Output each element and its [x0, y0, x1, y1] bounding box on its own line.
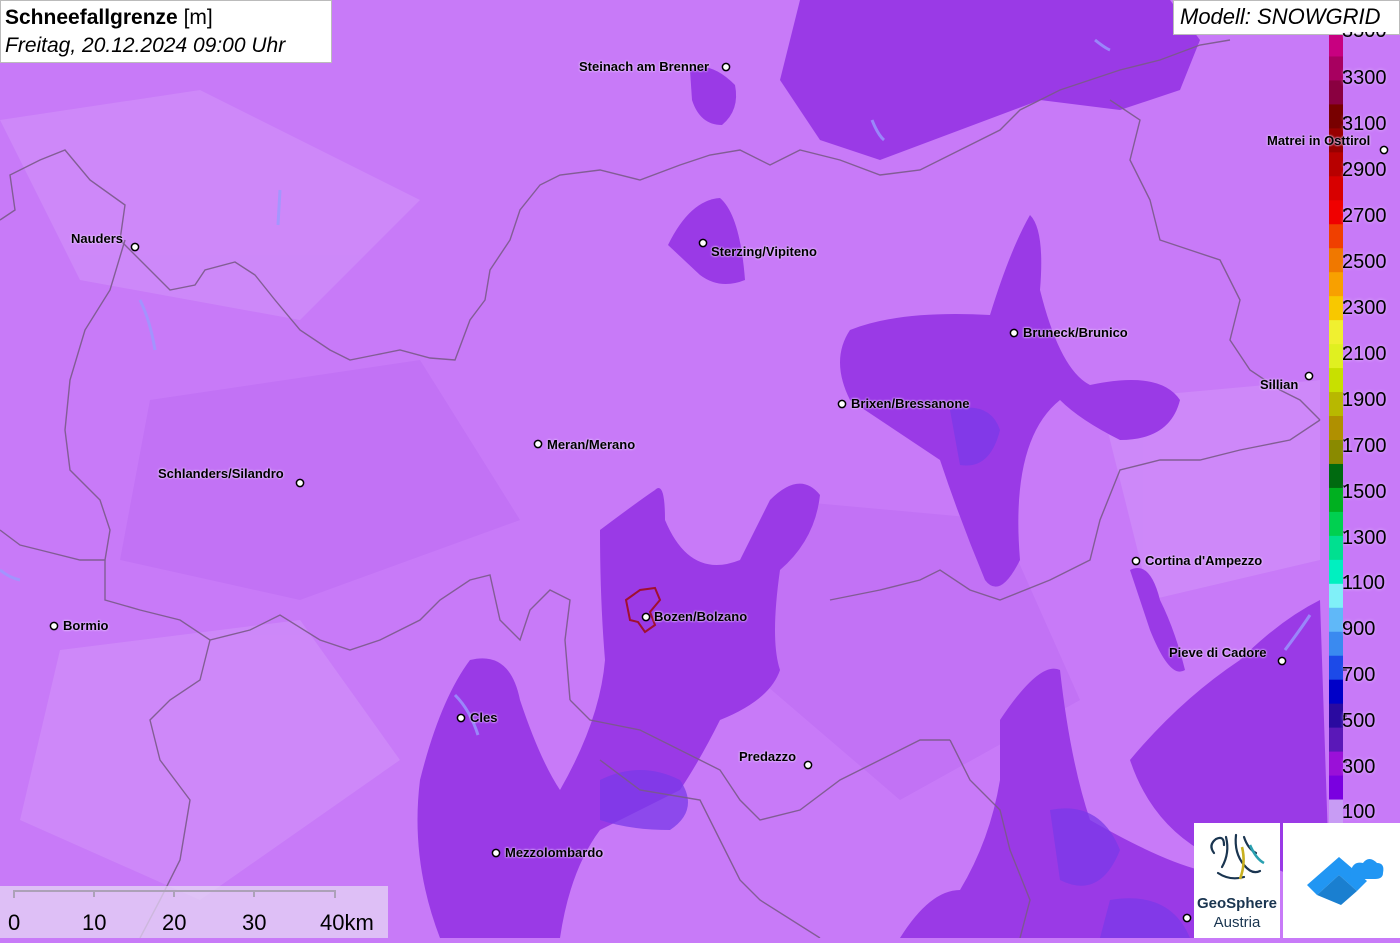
geosphere-swirl-icon	[1210, 833, 1265, 880]
city-marker	[533, 439, 543, 449]
city-marker	[1277, 656, 1287, 666]
city-marker	[456, 713, 466, 723]
city-label-schlanders: Schlanders/Silandro	[158, 466, 284, 481]
scale-label: 0	[8, 910, 21, 935]
geosphere-logo-line2: Austria	[1213, 914, 1261, 931]
legend-tick-label: 2500	[1342, 251, 1387, 273]
scale-bar: 0 10 20 30 40km	[0, 886, 388, 938]
city-label-bormio: Bormio	[63, 618, 109, 633]
legend-tick-label: 3500	[1342, 20, 1387, 42]
city-label-pieve: Pieve di Cadore	[1169, 645, 1267, 660]
legend-tick-label: 1100	[1342, 572, 1386, 594]
geosphere-austria-logo[interactable]: GeoSphere Austria	[1194, 823, 1280, 938]
scale-label: 40km	[320, 910, 374, 935]
legend-tick-label: 2900	[1342, 159, 1387, 181]
legend-tick-label: 2100	[1342, 343, 1387, 365]
legend-tick-label: 1300	[1342, 527, 1387, 549]
scale-label: 20	[162, 910, 187, 935]
city-label-cortina: Cortina d'Ampezzo	[1145, 553, 1263, 568]
city-label-bozen: Bozen/Bolzano	[654, 609, 748, 624]
city-label-cles: Cles	[470, 710, 498, 725]
scale-label: 30	[242, 910, 267, 935]
legend-tick-label: 500	[1342, 710, 1376, 732]
geosphere-logo-line1: GeoSphere	[1196, 895, 1278, 912]
city-marker	[1131, 556, 1141, 566]
map-title-box: Schneefallgrenze [m] Freitag, 20.12.2024…	[0, 0, 332, 63]
title-parameter: Schneefallgrenze	[5, 6, 178, 29]
city-marker	[130, 242, 140, 252]
legend-tick-label: 2700	[1342, 205, 1387, 227]
legend-tick-label: 1700	[1342, 435, 1387, 457]
app-logo[interactable]	[1283, 823, 1400, 938]
mountain-cloud-icon	[1307, 857, 1384, 905]
legend-tick-label: 2300	[1342, 297, 1387, 319]
legend-tick-label: 700	[1342, 664, 1376, 686]
city-marker	[1304, 371, 1314, 381]
city-marker	[721, 62, 731, 72]
city-marker	[698, 238, 708, 248]
city-label-predazzo: Predazzo	[739, 749, 797, 764]
city-marker	[1009, 328, 1019, 338]
scale-label: 10	[82, 910, 107, 935]
legend-labels: 3500 3300 3100 2900 2700 2500 2300 2100 …	[1338, 0, 1400, 830]
city-marker	[49, 621, 59, 631]
forecast-datetime: Freitag, 20.12.2024 09:00 Uhr	[5, 34, 286, 57]
legend-tick-label: 100	[1342, 801, 1376, 823]
city-marker	[641, 612, 651, 622]
city-marker	[803, 760, 813, 770]
city-label-sillian: Sillian	[1260, 377, 1299, 392]
city-marker	[1182, 913, 1192, 923]
city-label-bruneck: Bruneck/Brunico	[1023, 325, 1128, 340]
legend-tick-label: 900	[1342, 618, 1376, 640]
city-label-mezzolombardo: Mezzolombardo	[505, 845, 604, 860]
city-label-brixen: Brixen/Bressanone	[851, 396, 970, 411]
city-label-nauders: Nauders	[71, 231, 124, 246]
city-marker	[491, 848, 501, 858]
city-marker	[295, 478, 305, 488]
legend-tick-label: 300	[1342, 756, 1376, 778]
city-label-steinach: Steinach am Brenner	[579, 59, 710, 74]
legend-tick-label: 1900	[1342, 389, 1387, 411]
city-label-sterzing: Sterzing/Vipiteno	[711, 244, 817, 259]
legend-tick-label: 3300	[1342, 67, 1387, 89]
legend-tick-label: 1500	[1342, 481, 1387, 503]
city-label-meran: Meran/Merano	[547, 437, 636, 452]
legend-tick-label: 3100	[1342, 113, 1387, 135]
city-marker	[837, 399, 847, 409]
title-unit: [m]	[183, 6, 213, 29]
map-title: Schneefallgrenze [m]	[5, 4, 327, 32]
